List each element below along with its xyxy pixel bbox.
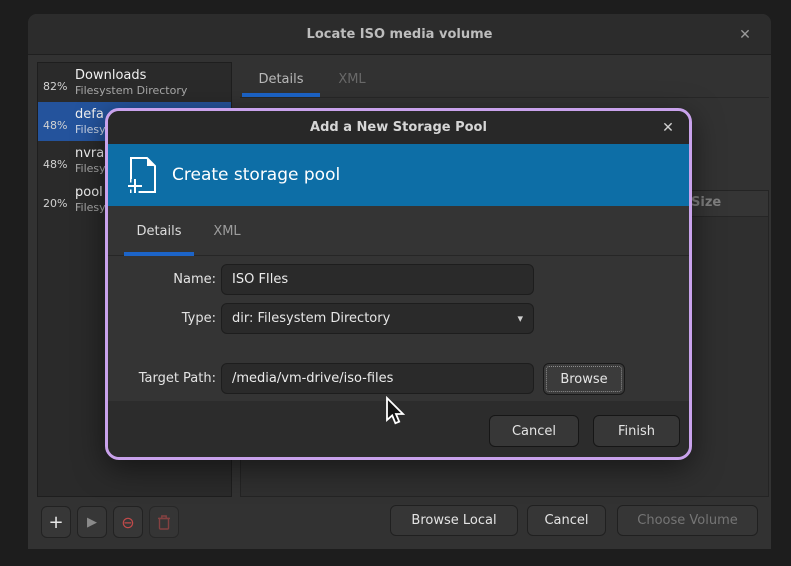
tab-details[interactable]: Details: [242, 62, 320, 97]
window-titlebar: Locate ISO media volume ✕: [28, 14, 771, 55]
pool-detail-tabs: Details XML: [242, 62, 384, 97]
pool-name: defa: [75, 107, 106, 123]
pool-usage-percent: 48%: [43, 150, 75, 171]
target-path-input[interactable]: [221, 363, 534, 394]
window-title: Locate ISO media volume: [307, 27, 493, 42]
pool-usage-percent: 20%: [43, 189, 75, 210]
delete-pool-button[interactable]: [149, 506, 179, 538]
dialog-tabs: Details XML: [108, 206, 689, 256]
pool-row-downloads[interactable]: 82% Downloads Filesystem Directory: [38, 63, 231, 102]
cancel-button[interactable]: Cancel: [527, 505, 606, 536]
pool-name: nvra: [75, 146, 106, 162]
add-pool-button[interactable]: +: [41, 506, 71, 538]
name-input[interactable]: [221, 264, 534, 295]
stop-circle-icon: ⊖: [121, 513, 134, 532]
browse-local-button[interactable]: Browse Local: [390, 505, 518, 536]
create-pool-banner: Create storage pool: [108, 144, 689, 206]
type-dropdown-value: dir: Filesystem Directory: [232, 311, 517, 326]
name-label: Name:: [128, 264, 216, 295]
tab-xml[interactable]: XML: [320, 62, 384, 97]
mouse-cursor: [384, 396, 408, 428]
dialog-close-icon[interactable]: ✕: [659, 119, 677, 137]
dialog-tab-xml[interactable]: XML: [194, 206, 260, 256]
pool-name: pool: [75, 185, 106, 201]
window-close-icon[interactable]: ✕: [735, 25, 755, 45]
trash-icon: [157, 514, 171, 530]
pool-usage-percent: 48%: [43, 111, 75, 132]
dialog-finish-button[interactable]: Finish: [593, 415, 680, 447]
start-pool-button[interactable]: ▶: [77, 506, 107, 538]
pool-type: Filesy: [75, 162, 106, 175]
dialog-titlebar: Add a New Storage Pool ✕: [108, 111, 689, 144]
play-icon: ▶: [87, 515, 97, 530]
pool-type: Filesy: [75, 201, 106, 214]
new-document-icon: [124, 155, 160, 195]
dialog-title: Add a New Storage Pool: [310, 120, 487, 135]
type-dropdown[interactable]: dir: Filesystem Directory ▾: [221, 303, 534, 334]
pool-name: Downloads: [75, 68, 187, 84]
dialog-cancel-button[interactable]: Cancel: [489, 415, 579, 447]
pool-type: Filesystem Directory: [75, 84, 187, 97]
size-column-header[interactable]: Size: [691, 195, 721, 210]
pool-usage-percent: 82%: [43, 72, 75, 93]
browse-button[interactable]: Browse: [543, 363, 625, 395]
type-label: Type:: [128, 303, 216, 334]
dialog-tab-details[interactable]: Details: [124, 206, 194, 256]
stop-pool-button[interactable]: ⊖: [113, 506, 143, 538]
chevron-down-icon: ▾: [517, 312, 523, 325]
choose-volume-button-disabled: Choose Volume: [617, 505, 758, 536]
banner-title: Create storage pool: [172, 165, 340, 185]
tabs-divider: [240, 97, 769, 98]
pool-type: Filesy: [75, 123, 106, 136]
target-path-label: Target Path:: [120, 363, 216, 394]
plus-icon: +: [48, 512, 63, 533]
